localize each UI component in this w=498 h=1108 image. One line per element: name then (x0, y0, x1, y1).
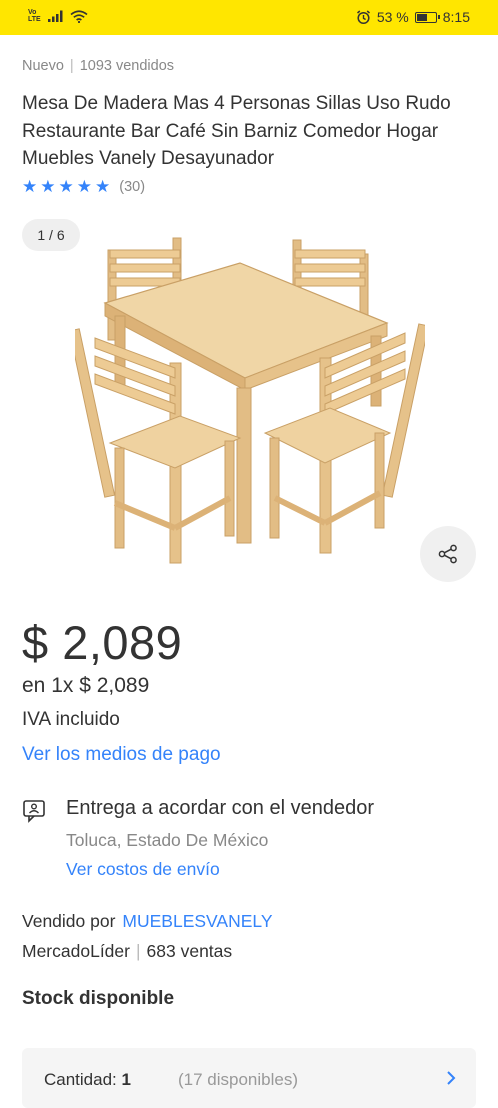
star-icon: ★ (95, 177, 111, 196)
share-icon (438, 544, 457, 564)
battery-percent: 53 % (376, 9, 409, 25)
star-icon: ★ (22, 177, 38, 196)
payment-methods-link[interactable]: Ver los medios de pago (22, 744, 221, 766)
seller-badge: MercadoLíder (22, 941, 130, 961)
tax-note: IVA incluido (22, 709, 120, 730)
available-count: (17 disponibles) (178, 1070, 299, 1089)
reputation-separator: | (135, 941, 141, 961)
star-icon: ★ (40, 177, 56, 196)
chevron-right-icon (447, 1071, 456, 1085)
rating[interactable]: ★ ★ ★ ★ ★ (30) (22, 178, 145, 196)
rating-count: (30) (119, 179, 146, 195)
product-meta: Nuevo | 1093 vendidos (22, 58, 174, 74)
signal-icon (48, 10, 63, 22)
installments: en 1x $ 2,089 (22, 674, 150, 697)
quantity-selector[interactable]: Cantidad: 1 (17 disponibles) (22, 1048, 476, 1108)
shipping-costs-link[interactable]: Ver costos de envío (66, 859, 220, 880)
clock: 8:15 (442, 9, 470, 25)
sold-by: Vendido por MUEBLESVANELY (22, 911, 273, 932)
share-button[interactable] (420, 526, 476, 582)
star-icon: ★ (58, 177, 74, 196)
condition-label: Nuevo (22, 58, 64, 74)
image-counter: 1 / 6 (22, 219, 80, 251)
alarm-icon (356, 9, 370, 24)
delivery-title: Entrega a acordar con el vendedor (66, 797, 374, 819)
volte-indicator: Vo LTE (28, 9, 41, 23)
seller-link[interactable]: MUEBLESVANELY (122, 911, 272, 932)
seller-sales: 683 ventas (146, 941, 233, 961)
meta-separator: | (69, 58, 74, 74)
stock-title: Stock disponible (22, 988, 175, 1009)
product-image[interactable] (75, 228, 425, 568)
handshake-icon (23, 800, 45, 823)
price: $ 2,089 (22, 616, 183, 669)
quantity-label: Cantidad: 1 (44, 1070, 131, 1089)
sold-by-label: Vendido por (22, 911, 116, 931)
seller-reputation: MercadoLíder | 683 ventas (22, 941, 232, 962)
status-bar: Vo LTE 53 % 8:15 (0, 0, 498, 35)
sold-count: 1093 vendidos (79, 58, 175, 74)
star-icon: ★ (76, 177, 92, 196)
delivery-location: Toluca, Estado De México (66, 830, 269, 850)
battery-icon (414, 11, 440, 23)
wifi-icon (70, 9, 88, 23)
product-title: Mesa De Madera Mas 4 Personas Sillas Uso… (22, 93, 451, 169)
